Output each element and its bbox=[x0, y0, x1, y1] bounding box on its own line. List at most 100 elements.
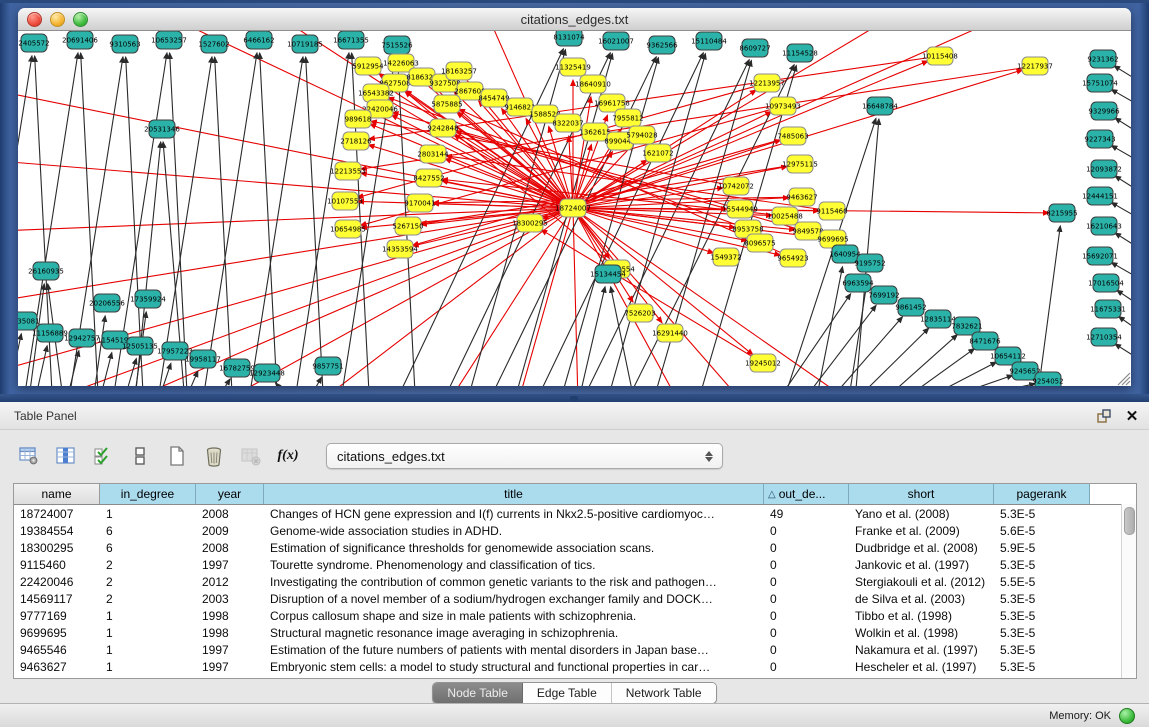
cell-name[interactable]: 14569117 bbox=[14, 592, 100, 606]
graph-node-2718126[interactable]: 2718126 bbox=[340, 132, 372, 150]
graph-node-20691406[interactable]: 20691406 bbox=[62, 31, 98, 49]
cell-in_degree[interactable]: 2 bbox=[100, 575, 196, 589]
graph-node-7699192[interactable]: 7699192 bbox=[868, 286, 899, 304]
graph-node-18300295[interactable]: 18300295 bbox=[512, 214, 548, 232]
cell-title[interactable]: Investigating the contribution of common… bbox=[264, 575, 764, 589]
graph-node-19958117[interactable]: 19958117 bbox=[185, 350, 221, 368]
graph-node-10654985[interactable]: 10654985 bbox=[330, 220, 366, 238]
row-height-icon[interactable] bbox=[127, 444, 153, 468]
cell-name[interactable]: 9699695 bbox=[14, 626, 100, 640]
cell-short[interactable]: Wolkin et al. (1998) bbox=[849, 626, 994, 640]
cell-pagerank[interactable]: 5.6E-5 bbox=[994, 524, 1090, 538]
vertical-scrollbar[interactable] bbox=[1121, 504, 1136, 678]
panel-splitter-handle[interactable] bbox=[570, 396, 578, 401]
graph-node-10719185[interactable]: 10719185 bbox=[287, 35, 323, 53]
column-header-in_degree[interactable]: in_degree bbox=[100, 484, 196, 504]
graph-node-17359924[interactable]: 17359924 bbox=[130, 290, 166, 308]
delete-table-icon[interactable] bbox=[238, 444, 264, 468]
cell-pagerank[interactable]: 5.3E-5 bbox=[994, 507, 1090, 521]
column-header-title[interactable]: title bbox=[264, 484, 764, 504]
table-settings-icon[interactable] bbox=[16, 444, 42, 468]
graph-node-16210643[interactable]: 16210643 bbox=[1086, 217, 1122, 235]
tab-node-table[interactable]: Node Table bbox=[433, 683, 523, 703]
cell-pagerank[interactable]: 5.3E-5 bbox=[994, 626, 1090, 640]
cell-pagerank[interactable]: 5.9E-5 bbox=[994, 541, 1090, 555]
graph-node-6963594[interactable]: 6963594 bbox=[842, 274, 874, 292]
graph-node-18640910[interactable]: 18640910 bbox=[575, 75, 611, 93]
cell-title[interactable]: Changes of HCN gene expression and I(f) … bbox=[264, 507, 764, 521]
cell-short[interactable]: Franke et al. (2009) bbox=[849, 524, 994, 538]
network-canvas[interactable]: 1872400724055722069140693105631065325715… bbox=[18, 31, 1131, 386]
graph-node-9861452[interactable]: 9861452 bbox=[895, 298, 926, 316]
cell-pagerank[interactable]: 5.3E-5 bbox=[994, 643, 1090, 657]
cell-name[interactable]: 18724007 bbox=[14, 507, 100, 521]
network-table-dropdown[interactable]: citations_edges.txt bbox=[326, 443, 723, 469]
cell-short[interactable]: Tibbo et al. (1998) bbox=[849, 609, 994, 623]
column-header-pagerank[interactable]: pagerank bbox=[994, 484, 1090, 504]
graph-node-7955812[interactable]: 7955812 bbox=[612, 109, 643, 127]
graph-node-18163257[interactable]: 18163257 bbox=[441, 62, 477, 80]
graph-node-10115408[interactable]: 10115408 bbox=[922, 47, 958, 65]
cell-in_degree[interactable]: 1 bbox=[100, 609, 196, 623]
graph-node-15751074[interactable]: 15751074 bbox=[1082, 74, 1118, 92]
table-row[interactable]: 1872400712008Changes of HCN gene express… bbox=[14, 505, 1136, 522]
cell-short[interactable]: Stergiakouli et al. (2012) bbox=[849, 575, 994, 589]
cell-in_degree[interactable]: 1 bbox=[100, 660, 196, 674]
cell-year[interactable]: 1997 bbox=[196, 558, 264, 572]
graph-node-12505135[interactable]: 12505135 bbox=[122, 337, 158, 355]
graph-node-9310563[interactable]: 9310563 bbox=[109, 35, 140, 53]
graph-node-9362566[interactable]: 9362566 bbox=[646, 36, 678, 54]
cell-year[interactable]: 1997 bbox=[196, 660, 264, 674]
zoom-window-icon[interactable] bbox=[73, 12, 88, 27]
table-row[interactable]: 946362711997Embryonic stem cells: a mode… bbox=[14, 658, 1136, 675]
graph-node-8135081[interactable]: 8135081 bbox=[18, 312, 40, 330]
cell-year[interactable]: 1998 bbox=[196, 609, 264, 623]
minimize-window-icon[interactable] bbox=[50, 12, 65, 27]
graph-node-15692071[interactable]: 15692071 bbox=[1082, 247, 1118, 265]
graph-node-9115460[interactable]: 9115460 bbox=[816, 202, 847, 220]
cell-title[interactable]: Disruption of a novel member of a sodium… bbox=[264, 592, 764, 606]
cell-year[interactable]: 1998 bbox=[196, 626, 264, 640]
graph-node-8215955[interactable]: 8215955 bbox=[1046, 204, 1077, 222]
graph-node-12975115[interactable]: 12975115 bbox=[782, 155, 818, 173]
cell-out_degree[interactable]: 0 bbox=[764, 592, 849, 606]
graph-node-16291440[interactable]: 16291440 bbox=[652, 324, 688, 342]
column-header-out_degree[interactable]: △out_de... bbox=[764, 484, 849, 504]
cell-name[interactable]: 9115460 bbox=[14, 558, 100, 572]
graph-node-5267150[interactable]: 5267150 bbox=[392, 217, 423, 235]
cell-title[interactable]: Structural magnetic resonance image aver… bbox=[264, 626, 764, 640]
cell-short[interactable]: Dudbridge et al. (2008) bbox=[849, 541, 994, 555]
cell-out_degree[interactable]: 0 bbox=[764, 541, 849, 555]
cell-pagerank[interactable]: 5.3E-5 bbox=[994, 558, 1090, 572]
cell-out_degree[interactable]: 0 bbox=[764, 524, 849, 538]
graph-node-1549372[interactable]: 1549372 bbox=[710, 248, 741, 266]
close-panel-icon[interactable]: ✕ bbox=[1121, 407, 1143, 425]
window-titlebar[interactable]: citations_edges.txt bbox=[18, 8, 1131, 31]
cell-year[interactable]: 2009 bbox=[196, 524, 264, 538]
table-row[interactable]: 977716911998Corpus callosum shape and si… bbox=[14, 607, 1136, 624]
graph-node-12213553[interactable]: 12213553 bbox=[330, 162, 366, 180]
cell-out_degree[interactable]: 0 bbox=[764, 609, 849, 623]
graph-node-7485063[interactable]: 7485063 bbox=[777, 127, 808, 145]
table-row[interactable]: 911546021997Tourette syndrome. Phenomeno… bbox=[14, 556, 1136, 573]
graph-node-6466162[interactable]: 6466162 bbox=[243, 31, 274, 49]
graph-node-11675331[interactable]: 11675331 bbox=[1090, 300, 1126, 318]
cell-title[interactable]: Embryonic stem cells: a model to study s… bbox=[264, 660, 764, 674]
graph-node-9654923[interactable]: 9654923 bbox=[777, 249, 808, 267]
graph-node-26160935[interactable]: 26160935 bbox=[28, 262, 64, 280]
cell-year[interactable]: 1997 bbox=[196, 643, 264, 657]
cell-out_degree[interactable]: 0 bbox=[764, 626, 849, 640]
graph-node-12213957[interactable]: 12213957 bbox=[749, 74, 785, 92]
cell-short[interactable]: de Silva et al. (2003) bbox=[849, 592, 994, 606]
graph-node-9231362[interactable]: 9231362 bbox=[1087, 50, 1118, 68]
graph-node-10653257[interactable]: 10653257 bbox=[151, 31, 187, 49]
graph-node-15544949[interactable]: 15544949 bbox=[722, 200, 758, 218]
graph-node-8609727[interactable]: 8609727 bbox=[739, 39, 770, 57]
new-table-icon[interactable] bbox=[164, 444, 190, 468]
graph-node-9195752[interactable]: 9195752 bbox=[854, 254, 885, 272]
graph-node-14353594[interactable]: 14353594 bbox=[382, 240, 418, 258]
graph-node-17016504[interactable]: 17016504 bbox=[1088, 274, 1124, 292]
table-row[interactable]: 946554611997Estimation of the future num… bbox=[14, 641, 1136, 658]
graph-node-9463627[interactable]: 9463627 bbox=[786, 188, 817, 206]
cell-name[interactable]: 9465546 bbox=[14, 643, 100, 657]
